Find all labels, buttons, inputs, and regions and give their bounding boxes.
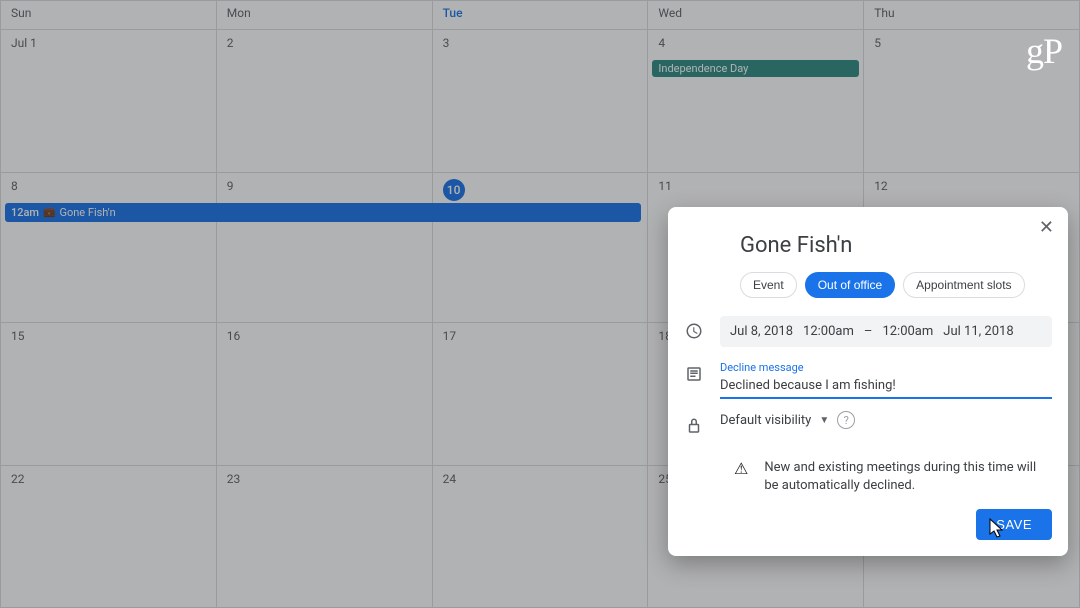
lock-icon <box>684 411 704 435</box>
warning-icon: ⚠ <box>684 459 748 495</box>
calendar-cell[interactable]: 22 <box>1 466 217 608</box>
event-editor-popup: ✕ Gone Fish'n Event Out of office Appointm… <box>668 207 1068 556</box>
help-icon[interactable]: ? <box>837 411 855 429</box>
site-logo: gP <box>1026 30 1062 72</box>
day-number: 10 <box>443 179 465 201</box>
range-dash: – <box>864 324 873 339</box>
segment-out-of-office[interactable]: Out of office <box>805 272 895 298</box>
calendar-cell[interactable]: 16 <box>217 323 433 465</box>
day-number: 2 <box>227 36 234 50</box>
warning-row: ⚠ New and existing meetings during this … <box>684 447 1052 495</box>
event-span[interactable]: 12am 💼 Gone Fish'n <box>5 203 641 222</box>
event-time: 12am <box>11 206 39 219</box>
start-date[interactable]: Jul 8, 2018 <box>730 324 793 339</box>
weekday-thu: Thu <box>864 1 1079 29</box>
calendar-cell[interactable]: 4 Independence Day <box>648 30 864 172</box>
time-range[interactable]: Jul 8, 2018 12:00am – 12:00am Jul 11, 20… <box>720 316 1052 347</box>
chevron-down-icon: ▼ <box>819 415 829 426</box>
calendar-cell[interactable]: 17 <box>433 323 649 465</box>
visibility-select[interactable]: Default visibility ▼ ? <box>720 411 1052 429</box>
start-time[interactable]: 12:00am <box>803 324 854 339</box>
day-number: 22 <box>11 472 25 486</box>
decline-message-field[interactable]: Decline message <box>720 359 1052 399</box>
event-title[interactable]: Gone Fish'n <box>740 233 1052 258</box>
day-number: 16 <box>227 329 241 343</box>
description-icon <box>684 359 704 383</box>
close-icon[interactable]: ✕ <box>1039 217 1054 238</box>
segment-appointment-slots[interactable]: Appointment slots <box>903 272 1024 298</box>
save-button[interactable]: SAVE <box>976 509 1052 540</box>
visibility-value: Default visibility <box>720 413 811 428</box>
segment-event[interactable]: Event <box>740 272 797 298</box>
day-number: Jul 1 <box>11 36 37 50</box>
calendar-row: Jul 1 2 3 4 Independence Day 5 <box>1 29 1079 172</box>
weekday-sun: Sun <box>1 1 217 29</box>
day-number: 24 <box>443 472 457 486</box>
event-independence[interactable]: Independence Day <box>652 60 859 77</box>
calendar-cell[interactable]: 3 <box>433 30 649 172</box>
decline-input[interactable] <box>720 378 1052 393</box>
day-number: 8 <box>11 179 18 193</box>
calendar-cell[interactable]: 24 <box>433 466 649 608</box>
calendar-cell[interactable]: 23 <box>217 466 433 608</box>
warning-text: New and existing meetings during this ti… <box>764 459 1052 495</box>
decline-label: Decline message <box>720 361 1052 374</box>
end-time[interactable]: 12:00am <box>882 324 933 339</box>
weekday-mon: Mon <box>217 1 433 29</box>
calendar-cell[interactable]: 15 <box>1 323 217 465</box>
day-number: 17 <box>443 329 457 343</box>
end-date[interactable]: Jul 11, 2018 <box>943 324 1013 339</box>
day-number: 23 <box>227 472 241 486</box>
weekday-wed: Wed <box>648 1 864 29</box>
day-number: 9 <box>227 179 234 193</box>
clock-icon <box>684 316 704 340</box>
day-number: 3 <box>443 36 450 50</box>
event-label: Gone Fish'n <box>59 206 115 219</box>
calendar-cell[interactable]: 9 <box>217 173 433 323</box>
weekday-tue: Tue <box>433 1 649 29</box>
weekday-header: SunMonTueWedThu <box>1 1 1079 29</box>
day-number: 15 <box>11 329 25 343</box>
briefcase-icon: 💼 <box>43 207 55 218</box>
calendar-cell[interactable]: 8 12am 💼 Gone Fish'n <box>1 173 217 323</box>
day-number: 11 <box>658 179 672 193</box>
day-number: 5 <box>874 36 881 50</box>
calendar-cell[interactable]: Jul 1 <box>1 30 217 172</box>
calendar-cell[interactable]: 2 <box>217 30 433 172</box>
day-number: 12 <box>874 179 888 193</box>
day-number: 4 <box>658 36 665 50</box>
calendar-cell[interactable]: 10 <box>433 173 649 323</box>
event-type-segment: Event Out of office Appointment slots <box>740 272 1052 298</box>
